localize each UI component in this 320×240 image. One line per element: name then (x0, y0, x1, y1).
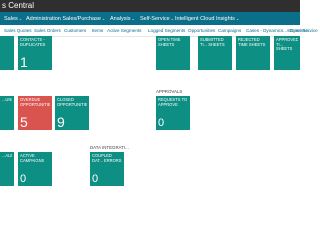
subnav-campaigns[interactable]: Campaigns (218, 25, 241, 36)
tile-overdue-opportunities[interactable]: OVERDUE OPPORTUNITIES 5 (18, 96, 52, 130)
subnav-items[interactable]: Items (92, 25, 103, 36)
tile-approved-time-sheets[interactable]: APPROVED TI... SHEETS (274, 36, 300, 70)
tile-label: ACTIVE CAMPAIGNS (20, 154, 45, 163)
chevron-down-icon: ⌄ (101, 16, 106, 21)
tile-value: 9 (57, 114, 65, 130)
subnav-opportunities[interactable]: Opportunities (188, 25, 215, 36)
tile-value: 0 (20, 173, 27, 185)
app-title-bar: s Central (0, 0, 300, 12)
section-title-data-integration: DATA INTEGRATI... (90, 145, 129, 150)
tile-submitted-time-sheets[interactable]: SUBMITTED TI... SHEETS (198, 36, 232, 70)
tile-label: REQUESTS TO APPROVE (158, 98, 188, 107)
tile-active-campaigns[interactable]: ACTIVE CAMPAIGNS 0 (18, 152, 52, 186)
chevron-down-icon: ⌄ (18, 16, 23, 21)
menu-intelligent-cloud-insights[interactable]: Intelligent Cloud Insights⌄ (175, 12, 239, 25)
app-title: s Central (2, 1, 35, 10)
tile-label: REJECTED TIME SHEETS (238, 38, 266, 47)
tile-rejected-time-sheets[interactable]: REJECTED TIME SHEETS (236, 36, 270, 70)
subnav-active-segments[interactable]: Active Segments (107, 25, 141, 36)
chevron-down-icon: ⌄ (170, 16, 175, 21)
tile-left-1[interactable] (0, 36, 14, 70)
menu-analysis[interactable]: Analysis⌄ (110, 12, 135, 25)
subnav-dynamics[interactable]: Dynamic... (290, 25, 312, 36)
subnav-sales-quotes[interactable]: Sales Quotes (4, 25, 32, 36)
menu-self-service-label: Self-Service (140, 16, 170, 22)
menu-sales[interactable]: Sales⌄ (4, 12, 22, 25)
tile-label: OPEN TIME SHEETS (158, 38, 181, 47)
menu-sales-label: Sales (4, 16, 18, 22)
tile-label: COUPLED DAT... ERRORS (92, 154, 122, 163)
tile-closed-opportunities[interactable]: CLOSED OPPORTUNITIES 9 (55, 96, 89, 130)
subnav-customers[interactable]: Customers (64, 25, 86, 36)
tile-opportunities-left[interactable]: ...UNITIE... (0, 96, 14, 130)
tile-label: CONTACTS - DUPLICATES (20, 38, 46, 47)
menu-self-service[interactable]: Self-Service⌄ (140, 12, 174, 25)
menu-administration[interactable]: Administration Sales/Purchase⌄ (26, 12, 105, 25)
menu-analysis-label: Analysis (110, 16, 131, 22)
tile-label: APPROVED TI... SHEETS (276, 38, 298, 52)
menu-administration-label: Administration Sales/Purchase (26, 16, 101, 22)
menu-intelligent-cloud-insights-label: Intelligent Cloud Insights (175, 16, 235, 22)
tile-value: 0 (92, 173, 99, 185)
tile-coupled-data-errors[interactable]: COUPLED DAT... ERRORS 0 (90, 152, 124, 186)
subnav-sales-orders[interactable]: Sales Orders (34, 25, 61, 36)
main-menu-bar: Sales⌄ Administration Sales/Purchase⌄ An… (0, 12, 300, 25)
tile-label: SUBMITTED TI... SHEETS (200, 38, 225, 47)
chevron-down-icon: ⌄ (235, 16, 240, 21)
tile-requests-to-approve[interactable]: REQUESTS TO APPROVE 0 (156, 96, 190, 130)
tile-sales-left[interactable]: ...ALES... (0, 152, 14, 186)
tile-value: 5 (20, 114, 28, 130)
subnav-logged-segments[interactable]: Logged Segments (148, 25, 185, 36)
tile-label: OVERDUE OPPORTUNITIES (20, 98, 50, 107)
tile-open-time-sheets[interactable]: OPEN TIME SHEETS (156, 36, 190, 70)
tile-contacts-duplicates[interactable]: CONTACTS - DUPLICATES 1 (18, 36, 52, 70)
tile-label: CLOSED OPPORTUNITIES (57, 98, 87, 107)
chevron-down-icon: ⌄ (131, 16, 135, 21)
tile-label: ...ALES... (2, 154, 12, 158)
tile-label: ...UNITIE... (2, 98, 12, 102)
section-title-approvals: APPROVALS (156, 89, 183, 94)
tile-value: 0 (158, 117, 165, 129)
tile-value: 1 (20, 54, 28, 70)
